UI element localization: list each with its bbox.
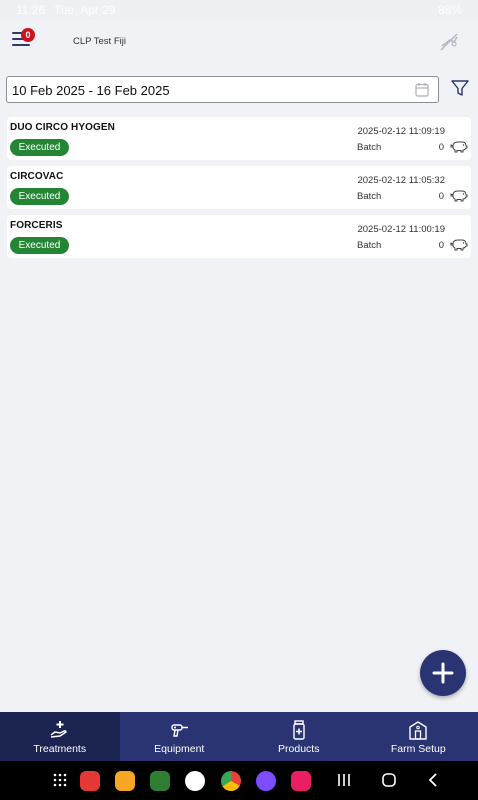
- animal-count: 0: [438, 240, 444, 251]
- bottom-nav: Treatments Equipment Products Farm Setup: [0, 712, 478, 761]
- sync-off-icon[interactable]: [438, 31, 460, 53]
- treatment-card[interactable]: DUO CIRCO HYOGEN Executed 2025-02-12 11:…: [7, 117, 471, 160]
- treatment-timestamp: 2025-02-12 11:09:19: [357, 126, 445, 137]
- add-treatment-button[interactable]: [420, 650, 466, 696]
- internet-app-icon[interactable]: [256, 771, 276, 791]
- injector-gun-icon: [171, 724, 189, 737]
- farm-title: CLP Test Fiji: [73, 36, 126, 47]
- status-badge: Executed: [10, 188, 69, 205]
- back-icon[interactable]: [427, 772, 439, 788]
- messages-app-icon[interactable]: [185, 771, 205, 791]
- treatment-type: Batch: [357, 142, 382, 153]
- treatment-hand-icon: [50, 721, 67, 738]
- pig-icon: [450, 239, 468, 251]
- status-date: Tue, Apr 29: [54, 3, 116, 17]
- tab-products-label: Products: [278, 743, 320, 755]
- notification-badge: 0: [21, 28, 35, 42]
- app-shortcut-icon[interactable]: [80, 771, 100, 791]
- app-bar: 0 CLP Test Fiji: [0, 20, 478, 64]
- status-bar: 11:26 Tue, Apr 29 88%: [0, 0, 478, 20]
- treatment-timestamp: 2025-02-12 11:05:32: [357, 175, 445, 186]
- tab-farm-setup-label: Farm Setup: [390, 743, 446, 755]
- recent-apps-icon[interactable]: [337, 772, 351, 788]
- status-battery: 88%: [437, 3, 462, 17]
- treatment-name: DUO CIRCO HYOGEN: [10, 122, 115, 133]
- calendar-app-icon[interactable]: [150, 771, 170, 791]
- treatment-type: Batch: [357, 240, 382, 251]
- date-range-value: 10 Feb 2025 - 16 Feb 2025: [12, 83, 170, 98]
- treatment-card[interactable]: FORCERIS Executed 2025-02-12 11:00:19 Ba…: [7, 215, 471, 258]
- app-drawer-icon[interactable]: [52, 772, 68, 788]
- tab-equipment-label: Equipment: [154, 743, 205, 755]
- tab-equipment[interactable]: Equipment: [120, 712, 240, 761]
- treatment-name: CIRCOVAC: [10, 171, 64, 182]
- treatment-type: Batch: [357, 191, 382, 202]
- tab-farm-setup[interactable]: Farm Setup: [359, 712, 478, 761]
- treatment-timestamp: 2025-02-12 11:00:19: [357, 224, 445, 235]
- status-badge: Executed: [10, 139, 69, 156]
- status-time: 11:26: [16, 3, 46, 17]
- animal-count: 0: [438, 142, 444, 153]
- camera-app-icon[interactable]: [291, 771, 311, 791]
- folder-app-icon[interactable]: [115, 771, 135, 791]
- medicine-bottle-icon: [293, 720, 305, 740]
- system-nav-bar: [0, 761, 478, 800]
- pig-icon: [450, 190, 468, 202]
- home-icon[interactable]: [381, 772, 397, 788]
- pig-icon: [450, 141, 468, 153]
- calendar-icon[interactable]: [415, 82, 429, 97]
- tab-products[interactable]: Products: [239, 712, 359, 761]
- barn-icon: [409, 721, 427, 740]
- plus-icon: [432, 662, 454, 684]
- filter-icon[interactable]: [451, 80, 469, 97]
- chrome-app-icon[interactable]: [221, 771, 241, 791]
- treatment-card[interactable]: CIRCOVAC Executed 2025-02-12 11:05:32 Ba…: [7, 166, 471, 209]
- animal-count: 0: [438, 191, 444, 202]
- tab-treatments[interactable]: Treatments: [0, 712, 120, 761]
- tab-treatments-label: Treatments: [33, 743, 87, 755]
- treatment-name: FORCERIS: [10, 220, 63, 231]
- status-badge: Executed: [10, 237, 69, 254]
- date-range-field[interactable]: 10 Feb 2025 - 16 Feb 2025: [6, 76, 439, 103]
